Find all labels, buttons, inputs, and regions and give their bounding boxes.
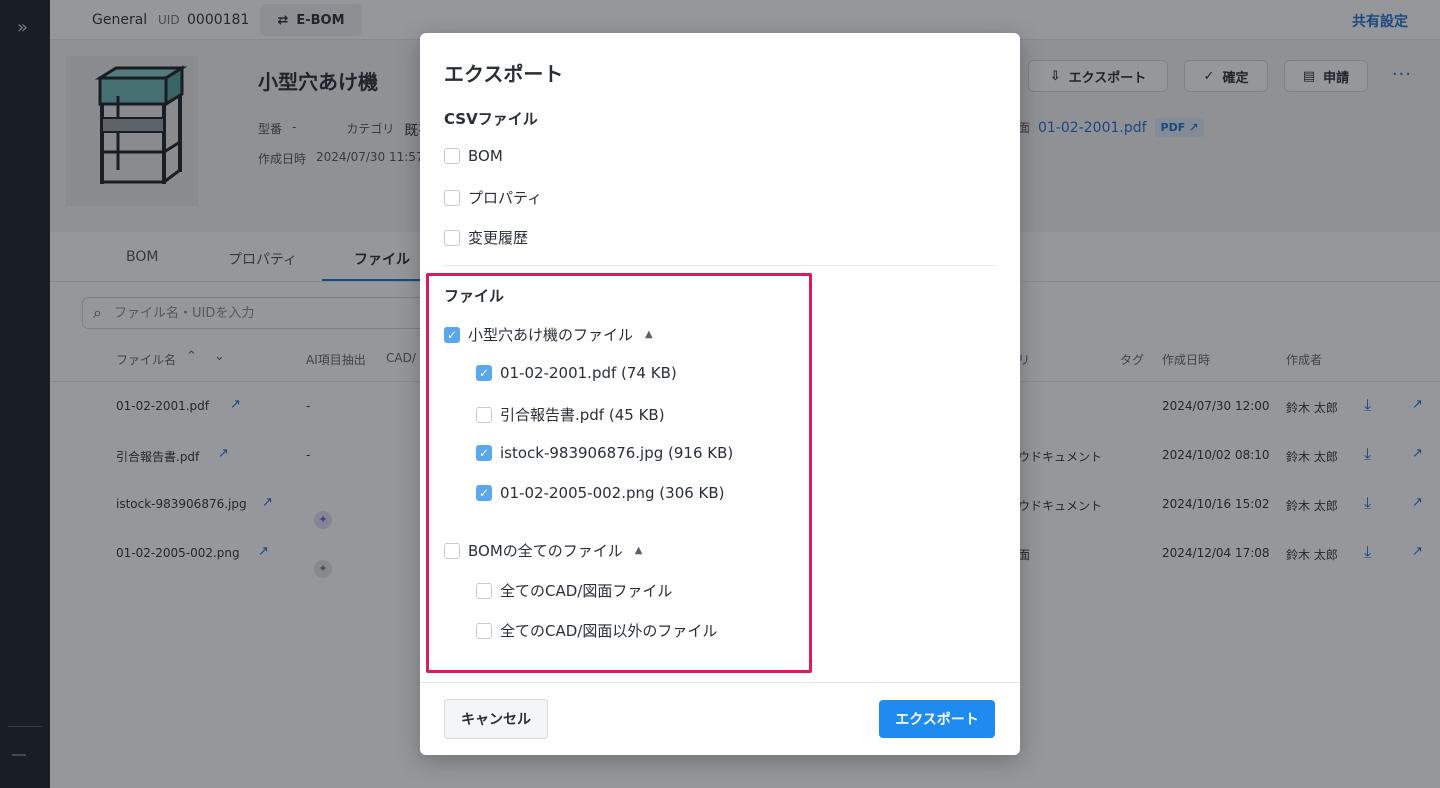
checkbox[interactable] [476, 406, 492, 423]
checkbox-checked[interactable]: ✓ [476, 485, 492, 501]
item-file-option[interactable]: ✓ 01-02-2001.pdf (74 KB) [476, 364, 677, 382]
group-label: 小型穴あけ機のファイル [468, 326, 634, 344]
checkbox[interactable] [444, 189, 460, 206]
checkbox[interactable] [444, 148, 460, 164]
checkbox[interactable] [476, 582, 492, 599]
checkbox-checked[interactable]: ✓ [476, 445, 492, 461]
checkbox-checked[interactable]: ✓ [444, 326, 460, 343]
csv-option-properties[interactable]: プロパティ [444, 187, 542, 208]
export-button[interactable]: エクスポート [879, 700, 995, 738]
item-file-option[interactable]: ✓ 01-02-2005-002.png (306 KB) [476, 484, 725, 502]
option-label: 全てのCAD/図面ファイル [500, 582, 673, 600]
group-label: BOMの全てのファイル [468, 542, 623, 560]
option-label: 01-02-2001.pdf (74 KB) [500, 364, 677, 382]
checkbox[interactable] [476, 622, 492, 639]
dialog-title: エクスポート [444, 62, 564, 86]
option-label: 引合報告書.pdf (45 KB) [500, 406, 665, 424]
option-label: BOM [468, 147, 503, 165]
section-divider [444, 265, 996, 266]
footer-divider [420, 682, 1020, 683]
csv-option-bom[interactable]: BOM [444, 147, 503, 165]
option-label: 変更履歴 [468, 229, 529, 247]
file-section-title: ファイル [444, 287, 505, 305]
checkbox-checked[interactable]: ✓ [476, 365, 492, 381]
bom-file-option[interactable]: 全てのCAD/図面以外のファイル [476, 620, 717, 641]
collapse-caret-icon[interactable]: ▲ [645, 329, 653, 340]
csv-section-title: CSVファイル [444, 110, 538, 128]
bom-files-group[interactable]: BOMの全てのファイル ▲ [444, 540, 642, 561]
item-file-option[interactable]: ✓ istock-983906876.jpg (916 KB) [476, 444, 733, 462]
checkbox[interactable] [444, 229, 460, 246]
collapse-caret-icon[interactable]: ▲ [635, 545, 643, 556]
option-label: 01-02-2005-002.png (306 KB) [500, 484, 725, 502]
export-dialog: エクスポート CSVファイル BOM プロパティ 変更履歴 ファイル ✓ 小型穴… [420, 33, 1020, 755]
bom-file-option[interactable]: 全てのCAD/図面ファイル [476, 580, 672, 601]
item-file-option[interactable]: 引合報告書.pdf (45 KB) [476, 404, 665, 425]
csv-option-history[interactable]: 変更履歴 [444, 227, 528, 248]
cancel-button[interactable]: キャンセル [444, 699, 548, 739]
option-label: プロパティ [468, 189, 543, 207]
option-label: istock-983906876.jpg (916 KB) [500, 444, 734, 462]
checkbox[interactable] [444, 542, 460, 559]
item-files-group[interactable]: ✓ 小型穴あけ機のファイル ▲ [444, 324, 653, 345]
option-label: 全てのCAD/図面以外のファイル [500, 622, 718, 640]
